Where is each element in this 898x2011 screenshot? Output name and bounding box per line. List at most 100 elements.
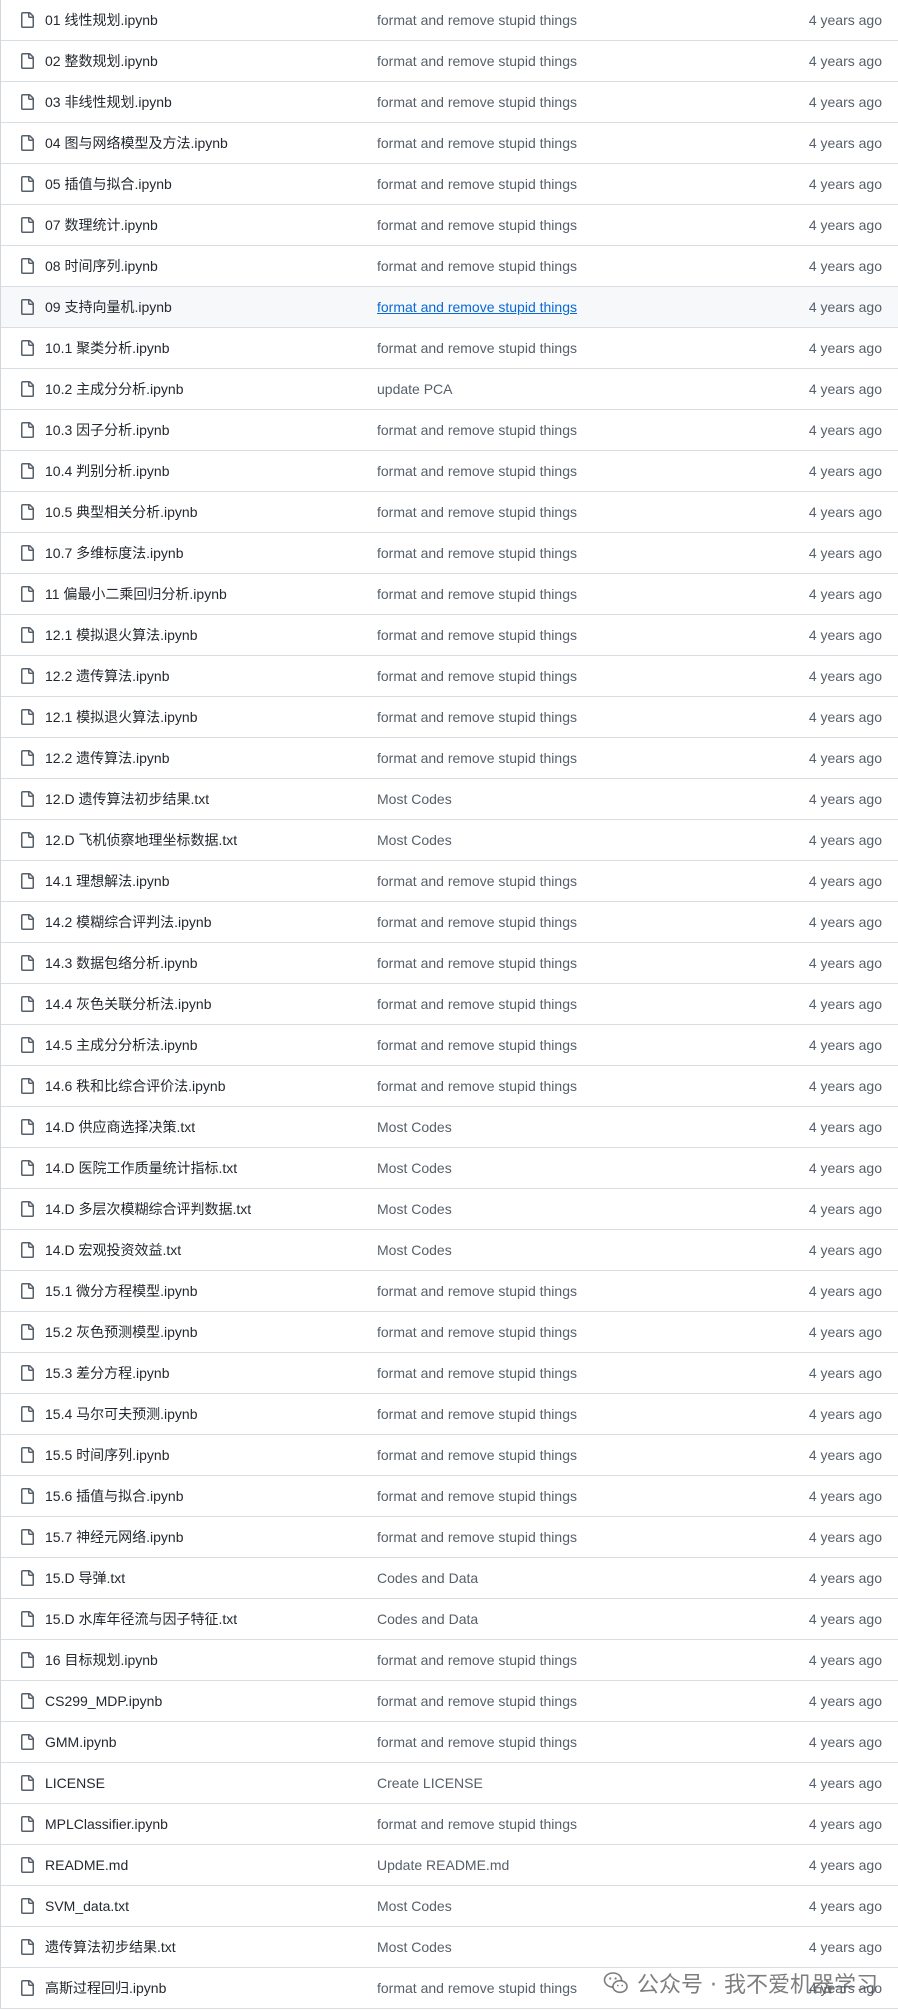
file-row[interactable]: 10.7 多维标度法.ipynb format and remove stupid…	[1, 533, 898, 574]
file-name-link[interactable]: GMM.ipynb	[45, 1722, 117, 1762]
file-name-link[interactable]: 05 插值与拟合.ipynb	[45, 164, 172, 204]
file-name-link[interactable]: 10.2 主成分分析.ipynb	[45, 369, 184, 409]
file-row[interactable]: 遗传算法初步结果.txt Most Codes 4 years ago	[1, 1927, 898, 1968]
commit-message-link[interactable]: Most Codes	[377, 1886, 452, 1926]
file-name-link[interactable]: 14.2 模糊综合评判法.ipynb	[45, 902, 212, 942]
file-name-link[interactable]: LICENSE	[45, 1763, 105, 1803]
file-row[interactable]: 15.2 灰色预测模型.ipynb format and remove stupi…	[1, 1312, 898, 1353]
file-row[interactable]: 15.D 导弹.txt Codes and Data 4 years ago	[1, 1558, 898, 1599]
commit-message-link[interactable]: format and remove stupid things	[377, 1435, 577, 1475]
file-name-link[interactable]: 14.D 多层次模糊综合评判数据.txt	[45, 1189, 251, 1229]
commit-message-link[interactable]: Most Codes	[377, 1148, 452, 1188]
file-row[interactable]: 07 数理统计.ipynb format and remove stupid th…	[1, 205, 898, 246]
commit-message-link[interactable]: format and remove stupid things	[377, 738, 577, 778]
commit-message-link[interactable]: Create LICENSE	[377, 1763, 483, 1803]
file-name-link[interactable]: 14.3 数据包络分析.ipynb	[45, 943, 198, 983]
file-name-link[interactable]: 15.7 神经元网络.ipynb	[45, 1517, 184, 1557]
file-row[interactable]: 12.D 飞机侦察地理坐标数据.txt Most Codes 4 years ago	[1, 820, 898, 861]
file-row[interactable]: 15.7 神经元网络.ipynb format and remove stupid…	[1, 1517, 898, 1558]
file-name-link[interactable]: 03 非线性规划.ipynb	[45, 82, 172, 122]
file-row[interactable]: 15.6 插值与拟合.ipynb format and remove stupid…	[1, 1476, 898, 1517]
commit-message-link[interactable]: format and remove stupid things	[377, 697, 577, 737]
file-row[interactable]: MPLClassifier.ipynb format and remove stu…	[1, 1804, 898, 1845]
commit-message-link[interactable]: Codes and Data	[377, 1599, 478, 1639]
file-row[interactable]: 08 时间序列.ipynb format and remove stupid th…	[1, 246, 898, 287]
commit-message-link[interactable]: Most Codes	[377, 820, 452, 860]
file-name-link[interactable]: 14.4 灰色关联分析法.ipynb	[45, 984, 212, 1024]
commit-message-link[interactable]: format and remove stupid things	[377, 1968, 577, 2008]
file-name-link[interactable]: 14.D 宏观投资效益.txt	[45, 1230, 181, 1270]
commit-message-link[interactable]: format and remove stupid things	[377, 656, 577, 696]
commit-message-link[interactable]: Codes and Data	[377, 1558, 478, 1598]
file-row[interactable]: 15.3 差分方程.ipynb format and remove stupid …	[1, 1353, 898, 1394]
file-name-link[interactable]: 15.D 导弹.txt	[45, 1558, 125, 1598]
commit-message-link[interactable]: format and remove stupid things	[377, 328, 577, 368]
file-name-link[interactable]: 15.4 马尔可夫预测.ipynb	[45, 1394, 198, 1434]
file-name-link[interactable]: 10.7 多维标度法.ipynb	[45, 533, 184, 573]
file-name-link[interactable]: 14.D 供应商选择决策.txt	[45, 1107, 195, 1147]
file-row[interactable]: LICENSE Create LICENSE 4 years ago	[1, 1763, 898, 1804]
commit-message-link[interactable]: format and remove stupid things	[377, 943, 577, 983]
file-name-link[interactable]: CS299_MDP.ipynb	[45, 1681, 162, 1721]
file-row[interactable]: 14.1 理想解法.ipynb format and remove stupid …	[1, 861, 898, 902]
file-row[interactable]: 15.1 微分方程模型.ipynb format and remove stupi…	[1, 1271, 898, 1312]
file-row[interactable]: 14.D 多层次模糊综合评判数据.txt Most Codes 4 years ag…	[1, 1189, 898, 1230]
file-row[interactable]: 12.1 模拟退火算法.ipynb format and remove stupi…	[1, 615, 898, 656]
file-name-link[interactable]: 12.1 模拟退火算法.ipynb	[45, 697, 198, 737]
file-row[interactable]: 14.3 数据包络分析.ipynb format and remove stupi…	[1, 943, 898, 984]
commit-message-link[interactable]: format and remove stupid things	[377, 451, 577, 491]
commit-message-link[interactable]: format and remove stupid things	[377, 1025, 577, 1065]
commit-message-link[interactable]: Update README.md	[377, 1845, 509, 1885]
file-row[interactable]: GMM.ipynb format and remove stupid things…	[1, 1722, 898, 1763]
file-row[interactable]: 14.D 宏观投资效益.txt Most Codes 4 years ago	[1, 1230, 898, 1271]
file-row[interactable]: 10.5 典型相关分析.ipynb format and remove stupi…	[1, 492, 898, 533]
file-name-link[interactable]: 10.5 典型相关分析.ipynb	[45, 492, 198, 532]
commit-message-link[interactable]: format and remove stupid things	[377, 82, 577, 122]
file-name-link[interactable]: 01 线性规划.ipynb	[45, 0, 158, 40]
file-name-link[interactable]: 10.3 因子分析.ipynb	[45, 410, 170, 450]
file-row[interactable]: 14.5 主成分分析法.ipynb format and remove stupi…	[1, 1025, 898, 1066]
commit-message-link[interactable]: format and remove stupid things	[377, 902, 577, 942]
file-name-link[interactable]: 12.1 模拟退火算法.ipynb	[45, 615, 198, 655]
file-row[interactable]: 11 偏最小二乘回归分析.ipynb format and remove stup…	[1, 574, 898, 615]
file-row[interactable]: 10.3 因子分析.ipynb format and remove stupid …	[1, 410, 898, 451]
commit-message-link[interactable]: format and remove stupid things	[377, 1312, 577, 1352]
file-name-link[interactable]: 15.D 水库年径流与因子特征.txt	[45, 1599, 237, 1639]
commit-message-link[interactable]: format and remove stupid things	[377, 1722, 577, 1762]
file-name-link[interactable]: 08 时间序列.ipynb	[45, 246, 158, 286]
file-name-link[interactable]: 07 数理统计.ipynb	[45, 205, 158, 245]
file-name-link[interactable]: 15.3 差分方程.ipynb	[45, 1353, 170, 1393]
file-row[interactable]: 01 线性规划.ipynb format and remove stupid th…	[1, 0, 898, 41]
commit-message-link[interactable]: format and remove stupid things	[377, 984, 577, 1024]
file-name-link[interactable]: MPLClassifier.ipynb	[45, 1804, 168, 1844]
file-name-link[interactable]: 10.4 判别分析.ipynb	[45, 451, 170, 491]
file-name-link[interactable]: 15.5 时间序列.ipynb	[45, 1435, 170, 1475]
file-row[interactable]: 12.D 遗传算法初步结果.txt Most Codes 4 years ago	[1, 779, 898, 820]
commit-message-link[interactable]: format and remove stupid things	[377, 533, 577, 573]
commit-message-link[interactable]: format and remove stupid things	[377, 1353, 577, 1393]
file-name-link[interactable]: 14.1 理想解法.ipynb	[45, 861, 170, 901]
file-name-link[interactable]: 12.D 遗传算法初步结果.txt	[45, 779, 209, 819]
file-name-link[interactable]: 15.6 插值与拟合.ipynb	[45, 1476, 184, 1516]
commit-message-link[interactable]: format and remove stupid things	[377, 1394, 577, 1434]
commit-message-link[interactable]: format and remove stupid things	[377, 861, 577, 901]
commit-message-link[interactable]: format and remove stupid things	[377, 615, 577, 655]
commit-message-link[interactable]: Most Codes	[377, 1107, 452, 1147]
file-row[interactable]: 14.D 医院工作质量统计指标.txt Most Codes 4 years ago	[1, 1148, 898, 1189]
file-name-link[interactable]: 遗传算法初步结果.txt	[45, 1927, 176, 1967]
commit-message-link[interactable]: format and remove stupid things	[377, 410, 577, 450]
commit-message-link[interactable]: format and remove stupid things	[377, 0, 577, 40]
commit-message-link[interactable]: format and remove stupid things	[377, 123, 577, 163]
file-name-link[interactable]: 04 图与网络模型及方法.ipynb	[45, 123, 228, 163]
file-row[interactable]: CS299_MDP.ipynb format and remove stupid …	[1, 1681, 898, 1722]
file-row[interactable]: 10.2 主成分分析.ipynb update PCA 4 years ago	[1, 369, 898, 410]
commit-message-link[interactable]: format and remove stupid things	[377, 41, 577, 81]
commit-message-link[interactable]: format and remove stupid things	[377, 1640, 577, 1680]
file-name-link[interactable]: 14.D 医院工作质量统计指标.txt	[45, 1148, 237, 1188]
file-name-link[interactable]: 11 偏最小二乘回归分析.ipynb	[45, 574, 227, 614]
commit-message-link[interactable]: format and remove stupid things	[377, 1476, 577, 1516]
file-name-link[interactable]: 15.1 微分方程模型.ipynb	[45, 1271, 198, 1311]
file-name-link[interactable]: 10.1 聚类分析.ipynb	[45, 328, 170, 368]
file-row[interactable]: 03 非线性规划.ipynb format and remove stupid t…	[1, 82, 898, 123]
commit-message-link[interactable]: format and remove stupid things	[377, 1271, 577, 1311]
